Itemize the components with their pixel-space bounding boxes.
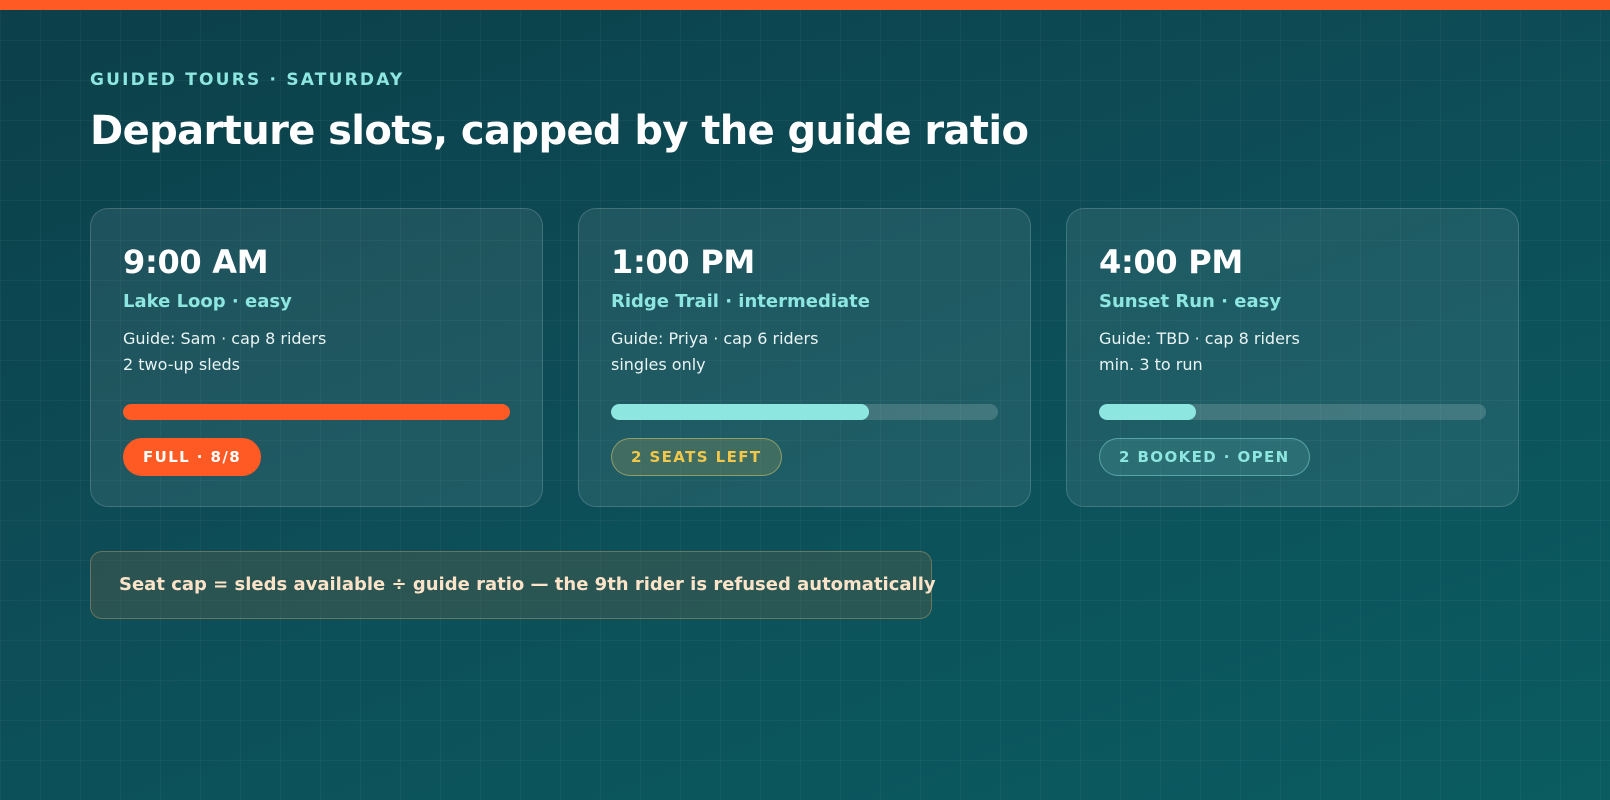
status-badge: 2 SEATS LEFT	[611, 438, 782, 476]
slot-route: Sunset Run · easy	[1099, 291, 1282, 312]
slot-card-0[interactable]: 9:00 AM Lake Loop · easy Guide: Sam · ca…	[90, 208, 543, 507]
slot-details: Guide: Priya · cap 6 riders singles only	[611, 326, 998, 378]
capacity-progress-fill	[123, 404, 510, 420]
slot-note-line: singles only	[611, 355, 706, 374]
slot-guide-line: Guide: Priya · cap 6 riders	[611, 329, 819, 348]
section-eyebrow: GUIDED TOURS · SATURDAY	[90, 70, 405, 90]
slot-note-line: 2 two-up sleds	[123, 355, 240, 374]
status-badge: FULL · 8/8	[123, 438, 262, 476]
status-badge: 2 BOOKED · OPEN	[1099, 438, 1310, 476]
capacity-progress-fill	[611, 404, 870, 420]
page-title: Departure slots, capped by the guide rat…	[90, 108, 1029, 154]
capacity-progress-bar	[611, 404, 998, 420]
capacity-progress-bar	[1099, 404, 1486, 420]
seat-cap-note: Seat cap = sleds available ÷ guide ratio…	[90, 551, 936, 619]
slot-route: Ridge Trail · intermediate	[611, 291, 870, 312]
slot-note-line: min. 3 to run	[1099, 355, 1203, 374]
slot-details: Guide: Sam · cap 8 riders 2 two-up sleds	[123, 326, 510, 378]
slot-guide-line: Guide: TBD · cap 8 riders	[1099, 329, 1300, 348]
slot-time: 9:00 AM	[123, 243, 269, 281]
slot-guide-line: Guide: Sam · cap 8 riders	[123, 329, 327, 348]
slot-time: 1:00 PM	[611, 243, 755, 281]
top-accent-bar	[0, 0, 1610, 10]
slot-cards: 9:00 AM Lake Loop · easy Guide: Sam · ca…	[90, 208, 1519, 507]
capacity-progress-fill	[1099, 404, 1196, 420]
slot-time: 4:00 PM	[1099, 243, 1243, 281]
slot-card-2[interactable]: 4:00 PM Sunset Run · easy Guide: TBD · c…	[1066, 208, 1519, 507]
slot-route: Lake Loop · easy	[123, 291, 292, 312]
page-header: GUIDED TOURS · SATURDAY Departure slots,…	[90, 70, 1029, 154]
slot-card-1[interactable]: 1:00 PM Ridge Trail · intermediate Guide…	[578, 208, 1031, 507]
capacity-progress-bar	[123, 404, 510, 420]
slot-details: Guide: TBD · cap 8 riders min. 3 to run	[1099, 326, 1486, 378]
